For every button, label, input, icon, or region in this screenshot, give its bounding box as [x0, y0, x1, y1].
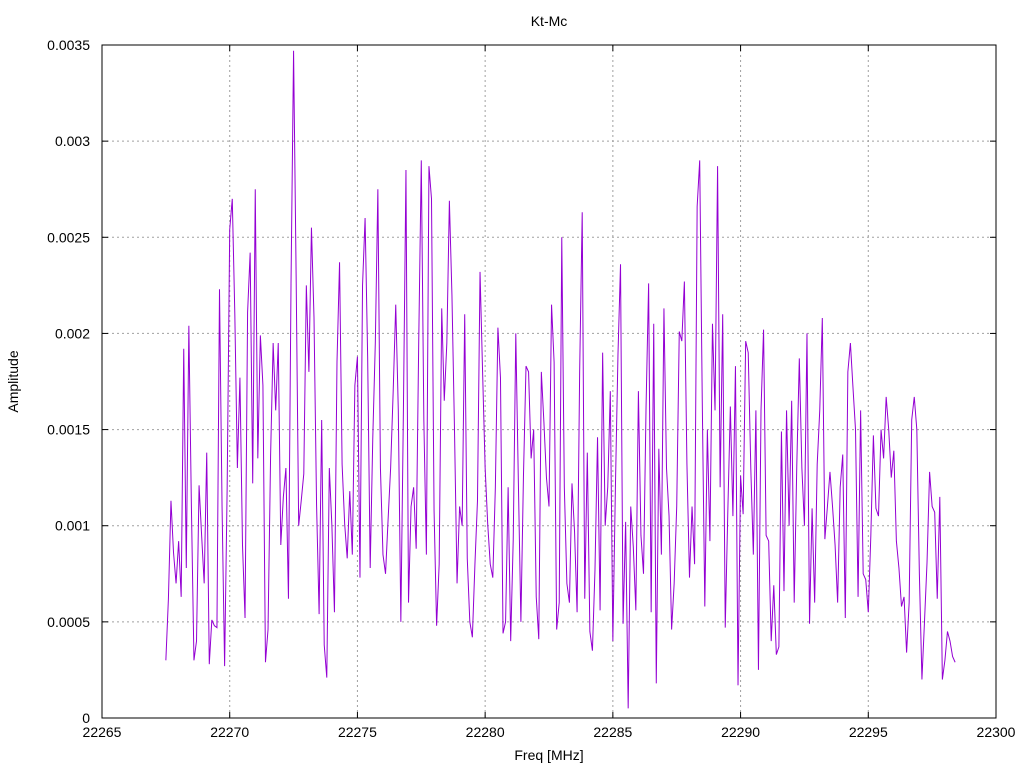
x-tick-label: 22280 — [466, 724, 505, 740]
line-chart: 22265 22270 22275 22280 22285 22290 22295 22300… — [5, 13, 1016, 763]
x-tick-label: 22265 — [83, 724, 122, 740]
y-tick-labels: 0 0.0005 0.001 0.0015 0.002 0.0025 0.003 0.0035 — [47, 37, 90, 726]
y-tick-label: 0.0015 — [47, 422, 90, 438]
x-axis-title: Freq [MHz] — [514, 747, 583, 763]
y-tick-label: 0.003 — [55, 133, 90, 149]
y-tick-label: 0.001 — [55, 518, 90, 534]
x-tick-labels: 22265 22270 22275 22280 22285 22290 22295 22300 — [83, 724, 1016, 740]
y-tick-label: 0.0025 — [47, 229, 90, 245]
x-tick-label: 22270 — [210, 724, 249, 740]
x-tick-label: 22290 — [721, 724, 760, 740]
x-tick-label: 22295 — [849, 724, 888, 740]
chart-title: Kt-Mc — [531, 13, 568, 29]
y-tick-label: 0 — [82, 710, 90, 726]
x-tick-label: 22285 — [593, 724, 632, 740]
x-tick-label: 22275 — [338, 724, 377, 740]
x-tick-label: 22300 — [977, 724, 1016, 740]
y-tick-label: 0.0005 — [47, 614, 90, 630]
y-tick-label: 0.002 — [55, 325, 90, 341]
series-line — [165, 50, 956, 709]
y-tick-label: 0.0035 — [47, 37, 90, 53]
y-axis-title: Amplitude — [5, 350, 21, 412]
